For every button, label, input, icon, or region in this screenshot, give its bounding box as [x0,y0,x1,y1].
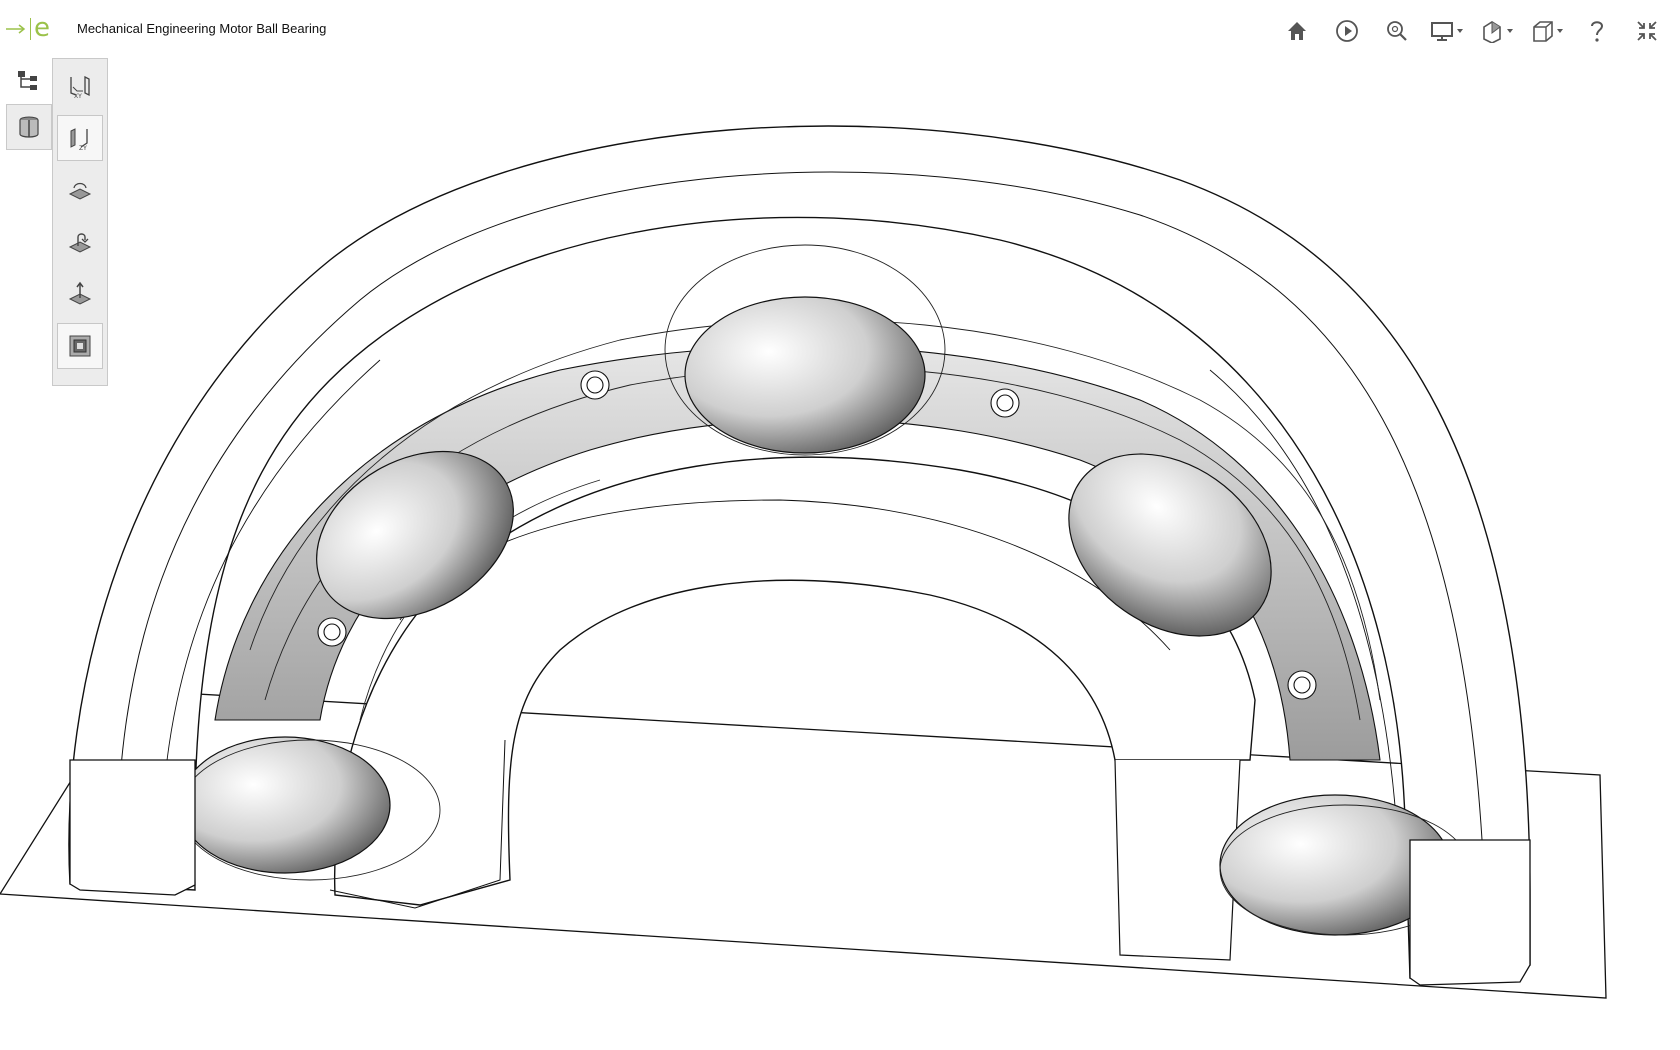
exit-fullscreen-icon [1637,21,1657,41]
flip-section-button[interactable] [57,219,103,265]
display-mode-button[interactable] [1422,14,1472,48]
section-plane-xy-icon: XY [70,75,90,99]
section-plane-zx-button[interactable] [57,167,103,213]
help-button[interactable] [1572,14,1622,48]
move-section-icon [68,281,92,305]
logo-arrow-icon [6,24,26,34]
flip-section-icon [68,233,92,253]
help-icon [1591,21,1604,42]
section-plane-zx-icon [68,182,92,200]
logo-letter: e [34,12,50,43]
model-tree-button[interactable] [6,58,52,104]
view-orientation-button[interactable] [1522,14,1572,48]
chevron-down-icon [1557,29,1563,33]
chevron-down-icon [1457,29,1463,33]
app-logo: e [6,14,50,44]
section-plane-xy-button[interactable]: XY [57,63,103,109]
section-view-icon [1483,21,1513,43]
cross-section-icon [19,116,39,138]
logo-divider [30,18,31,40]
exit-fullscreen-button[interactable] [1622,14,1672,48]
section-panel: XY ZY [52,58,108,386]
section-plane-zy-icon: ZY [70,128,88,151]
play-icon [1336,20,1358,42]
model-viewport[interactable] [0,0,1680,1050]
section-plane-zy-button[interactable]: ZY [57,115,103,161]
model-tree-icon [18,71,37,90]
svg-text:ZY: ZY [79,145,87,151]
zoom-fit-button[interactable] [1372,14,1422,48]
view-orientation-icon [1533,21,1563,42]
section-cap-button[interactable] [57,323,103,369]
section-view-button[interactable] [1472,14,1522,48]
section-cap-icon [69,335,91,357]
chevron-down-icon [1507,29,1513,33]
svg-text:XY: XY [74,93,82,99]
top-toolbar [1272,14,1672,48]
display-mode-icon [1431,22,1463,41]
cross-section-button[interactable] [6,104,52,150]
play-button[interactable] [1322,14,1372,48]
home-button[interactable] [1272,14,1322,48]
move-section-button[interactable] [57,271,103,317]
home-icon [1288,22,1306,40]
document-title: Mechanical Engineering Motor Ball Bearin… [77,21,327,36]
zoom-fit-icon [1387,21,1407,41]
